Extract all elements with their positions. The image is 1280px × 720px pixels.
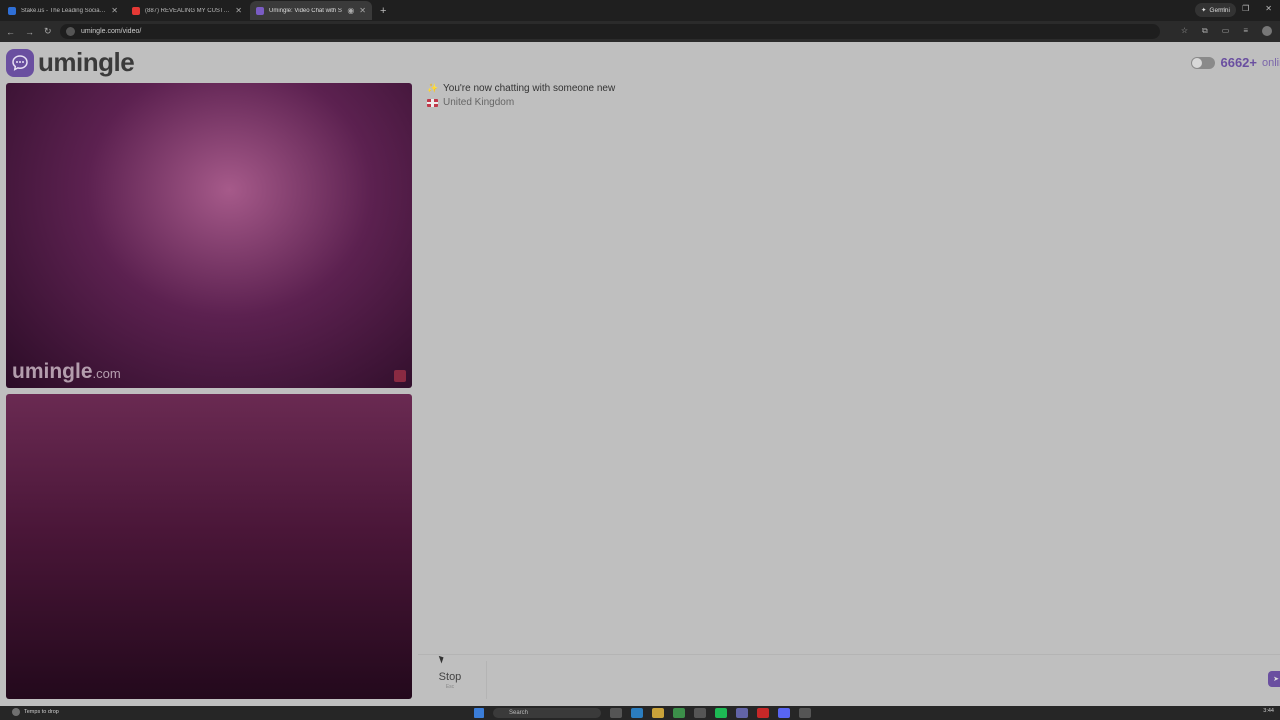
chat-system-message: ✨ You're now chatting with someone new xyxy=(427,83,1280,94)
message-input[interactable] xyxy=(486,661,1266,699)
video-watermark: umingle.com xyxy=(12,360,121,384)
discord-icon[interactable] xyxy=(778,708,790,718)
tab-title: Umingle: Video Chat with S xyxy=(269,7,342,14)
sparkle-icon: ✨ xyxy=(427,83,439,93)
tab-title: Stake.us - The Leading Social C xyxy=(21,7,107,14)
close-icon[interactable]: ✕ xyxy=(111,6,118,15)
settings-icon[interactable] xyxy=(799,708,811,718)
profile-avatar[interactable] xyxy=(1262,26,1272,36)
umingle-favicon-icon xyxy=(256,6,264,15)
watermark-main: umingle xyxy=(12,360,93,383)
tab-umingle[interactable]: Umingle: Video Chat with S ◉ ✕ xyxy=(250,1,372,20)
forward-icon[interactable]: → xyxy=(25,27,34,37)
reload-icon[interactable]: ↻ xyxy=(44,26,52,37)
edge-icon[interactable] xyxy=(631,708,643,718)
menu-icon[interactable]: ≡ xyxy=(1243,26,1248,36)
restore-icon[interactable]: ❐ xyxy=(1242,4,1249,13)
sparkle-icon: ✦ xyxy=(1200,7,1207,14)
online-indicator: 6662+ online xyxy=(1191,55,1280,70)
weather-text: Temps to drop xyxy=(24,709,59,715)
chat-bubble-icon xyxy=(6,48,34,77)
send-button[interactable]: ➤ xyxy=(1268,671,1280,687)
self-video xyxy=(6,394,412,699)
cast-icon[interactable]: ▭ xyxy=(1222,26,1230,36)
logo-text: umingle xyxy=(38,47,135,77)
task-view-icon[interactable] xyxy=(610,708,622,718)
windows-start-icon[interactable] xyxy=(474,708,484,718)
file-explorer-icon[interactable] xyxy=(652,708,664,718)
os-taskbar: Temps to drop Search 3:44 xyxy=(0,706,1280,720)
umingle-logo[interactable]: umingle xyxy=(6,47,135,78)
stop-button[interactable]: Stop Esc xyxy=(426,661,474,699)
stake-favicon-icon xyxy=(8,6,16,15)
address-bar: ← → ↻ umingle.com/video/ ☆ ⧉ ▭ ≡ xyxy=(0,21,1280,42)
country-text: United Kingdom xyxy=(443,97,515,108)
new-tab-button[interactable]: + xyxy=(380,5,386,17)
bookmark-star-icon[interactable]: ☆ xyxy=(1181,26,1188,36)
browser-tab-bar: Stake.us - The Leading Social C ✕ (887) … xyxy=(0,0,1280,21)
stranger-video: umingle.com xyxy=(6,83,412,388)
window-controls: — ❐ ✕ xyxy=(1218,4,1272,13)
close-icon[interactable]: ✕ xyxy=(235,6,242,15)
theme-toggle[interactable] xyxy=(1191,56,1216,69)
stop-label: Stop xyxy=(438,670,462,683)
back-icon[interactable]: ← xyxy=(6,27,15,37)
tab-title: (887) REVEALING MY CUSTOM xyxy=(145,7,231,14)
chat-log: ✨ You're now chatting with someone new U… xyxy=(424,83,1280,651)
minimize-icon[interactable]: — xyxy=(1218,4,1226,13)
extensions-icon[interactable]: ⧉ xyxy=(1202,26,1208,36)
uk-flag-icon xyxy=(427,98,438,107)
chat-country-message: United Kingdom xyxy=(427,97,1280,108)
weather-widget[interactable]: Temps to drop xyxy=(12,708,59,716)
clock: 3:44 xyxy=(1263,708,1274,714)
message-text: You're now chatting with someone new xyxy=(443,83,616,94)
close-icon[interactable]: ✕ xyxy=(359,6,366,15)
report-flag-icon[interactable] xyxy=(394,370,406,382)
opera-icon[interactable] xyxy=(757,708,769,718)
url-field[interactable]: umingle.com/video/ xyxy=(60,24,1160,39)
tab-stake[interactable]: Stake.us - The Leading Social C ✕ xyxy=(2,1,124,20)
tab-youtube[interactable]: (887) REVEALING MY CUSTOM ✕ xyxy=(126,1,248,20)
site-info-icon[interactable] xyxy=(66,27,75,36)
spotify-icon[interactable] xyxy=(715,708,727,718)
watermark-suffix: .com xyxy=(92,366,121,381)
chat-controls: Stop Esc ➤ xyxy=(418,654,1280,706)
close-window-icon[interactable]: ✕ xyxy=(1265,4,1272,13)
send-arrow-icon: ➤ xyxy=(1273,676,1279,683)
online-count: 6662+ xyxy=(1220,55,1257,70)
audio-icon[interactable]: ◉ xyxy=(347,6,354,15)
store-icon[interactable] xyxy=(694,708,706,718)
umingle-page: umingle 6662+ online umingle.com ✨ You'r… xyxy=(0,42,1280,706)
url-text: umingle.com/video/ xyxy=(81,28,142,35)
youtube-favicon-icon xyxy=(132,6,140,15)
stop-shortcut-hint: Esc xyxy=(445,683,455,690)
online-label: online xyxy=(1262,56,1280,69)
teams-icon[interactable] xyxy=(736,708,748,718)
taskbar-search[interactable]: Search xyxy=(493,708,601,718)
weather-icon xyxy=(12,708,20,716)
toolbar-icons: ☆ ⧉ ▭ ≡ xyxy=(1181,26,1272,36)
taskbar-apps: Search xyxy=(474,708,811,718)
chrome-icon[interactable] xyxy=(673,708,685,718)
